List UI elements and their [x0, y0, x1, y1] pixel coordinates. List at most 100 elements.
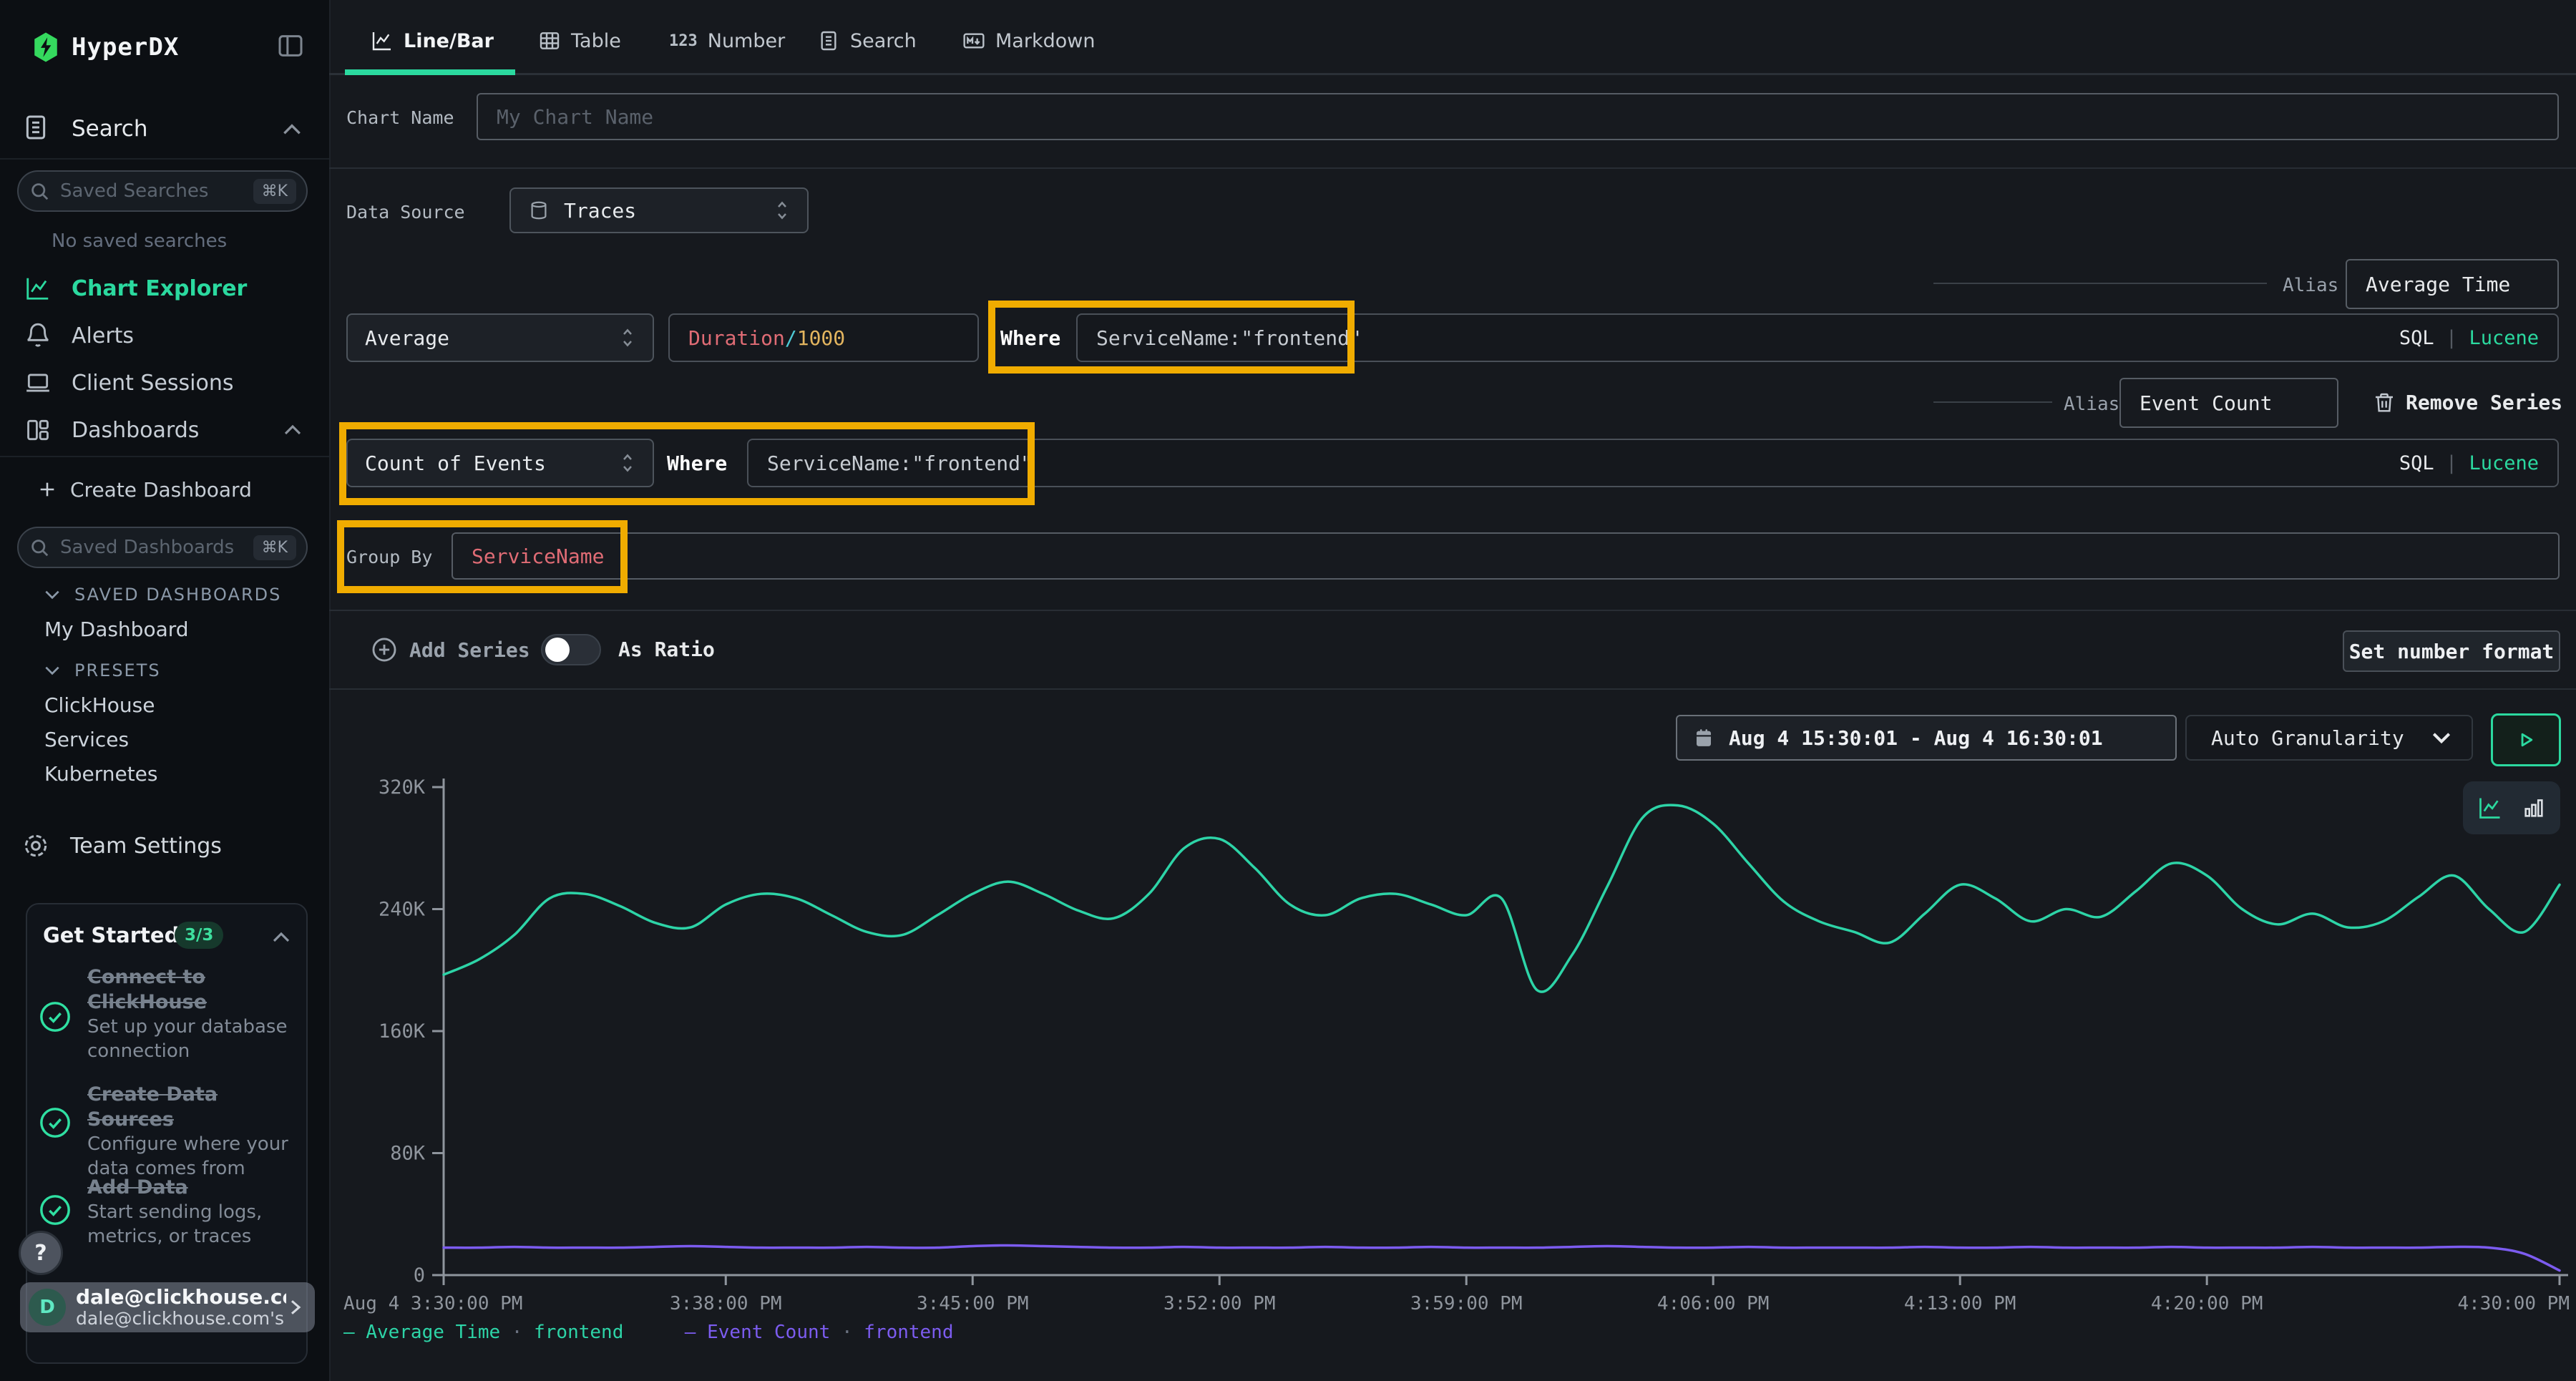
divider — [1933, 283, 2267, 284]
check-circle-icon — [39, 1106, 72, 1139]
svg-text:4:06:00 PM: 4:06:00 PM — [1657, 1293, 1770, 1314]
tab-search[interactable]: Search — [817, 23, 917, 59]
sidebar-item-team-settings[interactable]: Team Settings — [21, 824, 222, 867]
sidebar-item-clickhouse[interactable]: ClickHouse — [44, 688, 155, 723]
chevron-up-icon[interactable] — [280, 120, 303, 139]
saved-dashboards-input[interactable]: Saved Dashboards ⌘K — [17, 527, 308, 568]
presets-section-header[interactable]: PRESETS — [43, 655, 161, 685]
divider — [329, 610, 2576, 611]
chart-name-input[interactable]: My Chart Name — [477, 93, 2559, 140]
query-language-toggle[interactable]: SQL | Lucene — [2399, 452, 2539, 474]
group-by-input[interactable]: ServiceName — [452, 532, 2560, 580]
sidebar-item-chart-explorer[interactable]: Chart Explorer — [0, 265, 328, 312]
panel-collapse-icon — [276, 31, 305, 60]
create-dashboard-button[interactable]: Create Dashboard — [37, 467, 252, 512]
search-icon — [29, 537, 50, 558]
help-button[interactable]: ? — [19, 1231, 63, 1275]
sidebar-item-client-sessions[interactable]: Client Sessions — [0, 359, 328, 406]
sidebar-item-services[interactable]: Services — [44, 723, 129, 757]
dashboards-grid-icon — [24, 416, 52, 444]
line-chart-icon — [24, 275, 52, 302]
chart-svg[interactable]: 080K160K240K320KAug 4 3:30:00 PM3:38:00 … — [329, 766, 2576, 1381]
get-started-title: Get Started — [43, 923, 179, 947]
svg-text:3:52:00 PM: 3:52:00 PM — [1163, 1293, 1276, 1314]
sidebar-item-search[interactable]: Search — [72, 113, 148, 145]
svg-text:— Average Time · frontend: — Average Time · frontend — [343, 1322, 623, 1343]
svg-text:3:38:00 PM: 3:38:00 PM — [670, 1293, 782, 1314]
select-chevrons-icon — [771, 197, 793, 223]
add-series-button[interactable]: Add Series — [371, 633, 530, 667]
granularity-select[interactable]: Auto Granularity — [2185, 715, 2473, 761]
database-icon — [528, 200, 550, 221]
chevron-up-icon[interactable] — [270, 929, 292, 946]
chevron-down-icon — [43, 587, 62, 602]
where-input-2[interactable]: ServiceName:"frontend" SQL | Lucene — [747, 439, 2559, 487]
field-input-1[interactable]: Duration/1000 — [668, 313, 979, 362]
hyperdx-logo-icon — [30, 31, 62, 63]
get-started-step[interactable]: Connect to ClickHouse Set up your databa… — [87, 965, 299, 1063]
as-ratio-toggle[interactable] — [541, 634, 601, 665]
chevron-down-icon — [2430, 728, 2453, 747]
remove-series-button[interactable]: Remove Series — [2373, 391, 2562, 415]
where-input-1[interactable]: ServiceName:"frontend" SQL | Lucene — [1076, 313, 2559, 362]
play-icon — [2514, 728, 2538, 752]
select-chevrons-icon — [617, 325, 638, 351]
sidebar-item-alerts[interactable]: Alerts — [0, 312, 328, 359]
alias-label: Alias — [2283, 275, 2338, 296]
markdown-icon — [962, 29, 985, 52]
query-language-toggle[interactable]: SQL | Lucene — [2399, 327, 2539, 349]
chevron-down-icon — [43, 663, 62, 678]
svg-text:0: 0 — [414, 1264, 425, 1287]
svg-text:4:20:00 PM: 4:20:00 PM — [2151, 1293, 2263, 1314]
tab-number[interactable]: 123 Number — [669, 23, 785, 59]
run-query-button[interactable] — [2491, 713, 2561, 766]
where-label-2: Where — [667, 439, 727, 487]
plus-icon — [37, 479, 57, 499]
saved-searches-input[interactable]: Saved Searches ⌘K — [17, 170, 308, 212]
tab-line-bar[interactable]: Line/Bar — [371, 23, 494, 59]
aggregation-select-2[interactable]: Count of Events — [346, 439, 654, 487]
sidebar-collapse-button[interactable] — [273, 29, 308, 63]
svg-text:80K: 80K — [390, 1143, 426, 1165]
time-range-picker[interactable]: Aug 4 15:30:01 - Aug 4 16:30:01 — [1676, 715, 2177, 761]
get-started-step[interactable]: Create Data Sources Configure where your… — [87, 1082, 299, 1181]
svg-text:3:45:00 PM: 3:45:00 PM — [917, 1293, 1029, 1314]
check-circle-icon — [39, 1194, 72, 1226]
as-ratio-label: As Ratio — [618, 633, 715, 667]
aggregation-select-1[interactable]: Average — [346, 313, 654, 362]
alias-input-2[interactable]: Event Count — [2119, 378, 2338, 428]
tab-table[interactable]: Table — [538, 23, 621, 59]
line-chart-icon — [371, 29, 394, 52]
trash-icon — [2373, 391, 2396, 415]
svg-text:— Event Count · frontend: — Event Count · frontend — [685, 1322, 954, 1343]
group-by-label: Group By — [346, 547, 432, 567]
sidebar-item-kubernetes[interactable]: Kubernetes — [44, 757, 158, 791]
app-title: HyperDX — [72, 31, 179, 63]
divider — [329, 167, 2576, 169]
search-icon — [29, 180, 50, 202]
data-source-label: Data Source — [346, 202, 465, 223]
set-number-format-button[interactable]: Set number format — [2343, 630, 2560, 672]
get-started-step[interactable]: Add Data Start sending logs, metrics, or… — [87, 1175, 299, 1249]
sidebar-item-my-dashboard[interactable]: My Dashboard — [44, 613, 189, 647]
select-chevrons-icon — [617, 450, 638, 476]
saved-dashboards-section-header[interactable]: SAVED DASHBOARDS — [43, 580, 281, 610]
bell-icon — [24, 322, 52, 349]
user-menu[interactable]: D dale@clickhouse.com dale@clickhouse.co… — [20, 1282, 315, 1332]
saved-dashboards-placeholder: Saved Dashboards — [60, 537, 253, 558]
chart-name-placeholder: My Chart Name — [497, 105, 653, 129]
check-circle-icon — [39, 1000, 72, 1033]
data-source-select[interactable]: Traces — [509, 187, 809, 233]
alias-input-1[interactable]: Average Time — [2346, 259, 2559, 309]
alias-label: Alias — [2064, 394, 2119, 415]
toggle-knob — [545, 638, 570, 662]
divider — [329, 688, 2576, 690]
search-list-icon — [817, 29, 840, 52]
sidebar-item-dashboards[interactable]: Dashboards — [0, 406, 328, 454]
tab-underline-track — [329, 73, 2576, 75]
user-subtitle: dale@clickhouse.com's — [76, 1309, 286, 1329]
tab-markdown[interactable]: Markdown — [962, 23, 1095, 59]
shortcut-badge: ⌘K — [253, 535, 296, 560]
svg-text:Aug 4 3:30:00 PM: Aug 4 3:30:00 PM — [343, 1293, 522, 1314]
svg-text:4:30:00 PM: 4:30:00 PM — [2457, 1293, 2570, 1314]
